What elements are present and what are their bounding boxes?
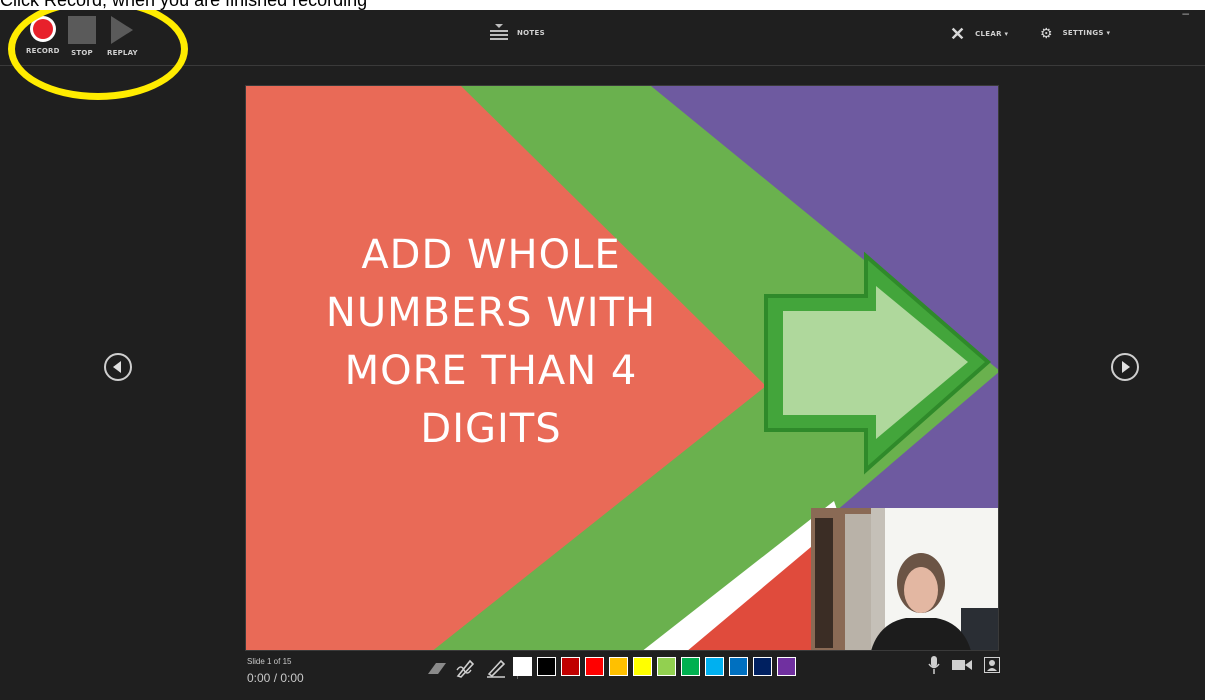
color-swatch[interactable]	[513, 657, 532, 676]
eraser-icon[interactable]	[425, 660, 447, 676]
slide-counter: Slide 1 of 15	[247, 657, 292, 666]
color-swatch[interactable]	[753, 657, 772, 676]
ink-color-palette	[513, 657, 796, 676]
pen-icon[interactable]	[455, 658, 477, 678]
replay-label: REPLAY	[107, 49, 138, 57]
clear-button[interactable]: ✕ CLEAR ▾	[950, 24, 1009, 44]
notes-label: NOTES	[517, 29, 545, 37]
recording-time: 0:00 / 0:00	[247, 671, 304, 685]
recording-window: RECORD STOP REPLAY NOTES ✕ CLEAR ▾ ⚙ SET…	[0, 10, 1205, 700]
color-swatch[interactable]	[705, 657, 724, 676]
color-swatch[interactable]	[681, 657, 700, 676]
next-slide-button[interactable]	[1111, 353, 1139, 381]
color-swatch[interactable]	[561, 657, 580, 676]
settings-button[interactable]: ⚙ SETTINGS ▾	[1040, 26, 1110, 40]
previous-slide-button[interactable]	[104, 353, 132, 381]
slide-preview: ADD WHOLE NUMBERS WITH MORE THAN 4 DIGIT…	[245, 85, 999, 651]
replay-icon	[111, 16, 134, 44]
color-swatch[interactable]	[633, 657, 652, 676]
webcam-preview	[811, 508, 998, 650]
record-label: RECORD	[26, 47, 60, 55]
color-swatch[interactable]	[657, 657, 676, 676]
close-icon: ✕	[950, 24, 966, 44]
color-swatch[interactable]	[609, 657, 628, 676]
stop-label: STOP	[71, 49, 93, 57]
notes-icon	[490, 24, 508, 42]
color-swatch[interactable]	[729, 657, 748, 676]
gear-icon: ⚙	[1040, 25, 1053, 41]
camera-icon[interactable]	[952, 658, 972, 672]
slide-title: ADD WHOLE NUMBERS WITH MORE THAN 4 DIGIT…	[325, 232, 657, 452]
replay-button[interactable]: REPLAY	[107, 16, 138, 57]
color-swatch[interactable]	[585, 657, 604, 676]
highlighter-icon[interactable]	[485, 658, 507, 678]
minimize-icon[interactable]: –	[1182, 10, 1189, 20]
record-icon	[29, 16, 56, 42]
ink-tools	[425, 657, 520, 679]
settings-label: SETTINGS ▾	[1062, 29, 1111, 37]
chevron-left-icon	[113, 361, 121, 373]
clear-label: CLEAR ▾	[975, 30, 1009, 38]
microphone-icon[interactable]	[928, 656, 940, 674]
instruction-caption: Click Record, when you are finished reco…	[0, 0, 368, 10]
media-controls	[928, 656, 1000, 674]
chevron-right-icon	[1122, 361, 1130, 373]
stop-button[interactable]: STOP	[68, 16, 96, 57]
record-button[interactable]: RECORD	[26, 16, 60, 55]
recording-toolbar: RECORD STOP REPLAY NOTES ✕ CLEAR ▾ ⚙ SET…	[0, 10, 1205, 100]
stop-icon	[68, 16, 96, 44]
notes-button[interactable]: NOTES	[490, 24, 545, 42]
color-swatch[interactable]	[777, 657, 796, 676]
camera-preview-icon[interactable]	[984, 657, 1000, 673]
color-swatch[interactable]	[537, 657, 556, 676]
